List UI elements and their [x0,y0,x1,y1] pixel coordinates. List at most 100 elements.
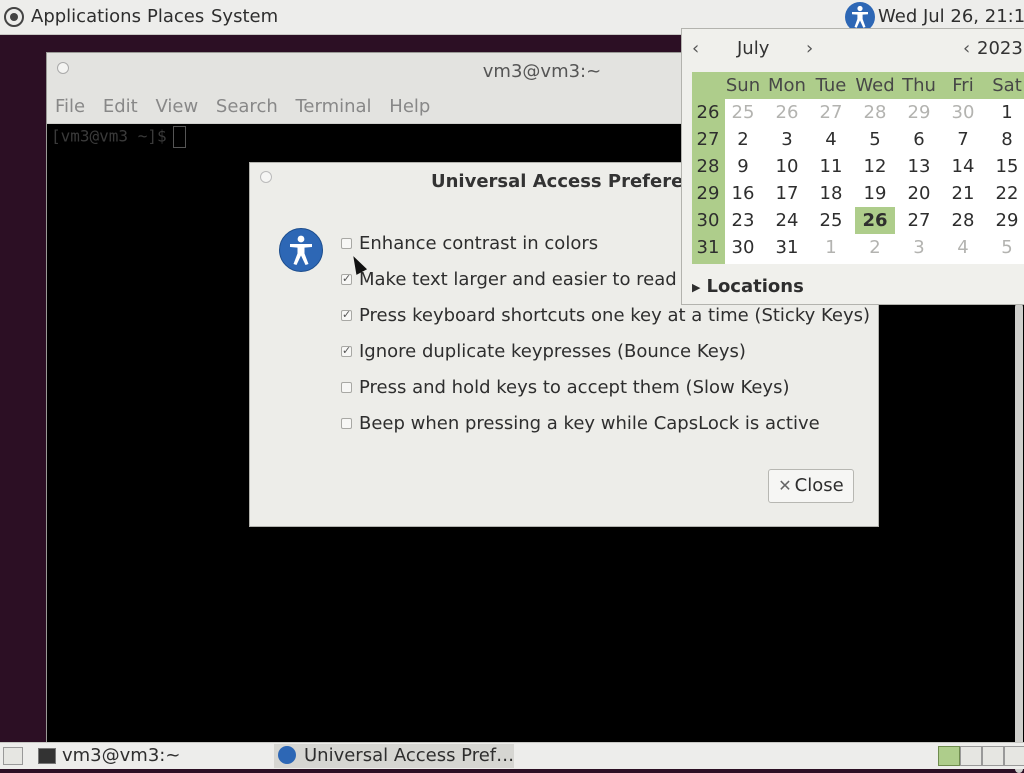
calendar-day[interactable]: 9 [723,153,763,180]
terminal-icon [38,748,56,764]
calendar-year: 2023 [977,38,1023,59]
bottom-panel: vm3@vm3:~ Universal Access Pref… [0,742,1024,769]
terminal-scrollbar[interactable] [1015,303,1023,773]
calendar-day[interactable]: 21 [943,180,983,207]
calendar-day[interactable]: 22 [987,180,1024,207]
calendar-day[interactable]: 11 [811,153,851,180]
option-label: Ignore duplicate keypresses (Bounce Keys… [359,341,746,362]
calendar-day[interactable]: 23 [723,207,763,234]
calendar-day[interactable]: 5 [987,234,1024,261]
calendar-day[interactable]: 26 [767,99,807,126]
terminal-menu-view[interactable]: View [155,96,198,117]
locations-label: Locations [706,276,804,297]
expander-arrow-icon: ▶ [692,280,701,294]
option-label: Press and hold keys to accept them (Slow… [359,377,790,398]
workspace-3[interactable] [982,746,1004,766]
places-menu[interactable]: Places [147,0,204,34]
checkbox[interactable] [341,382,352,393]
calendar-day[interactable]: 24 [767,207,807,234]
calendar-day[interactable]: 29 [899,99,939,126]
calendar-day[interactable]: 10 [767,153,807,180]
calendar-grid: Sun Mon Tue Wed Thu Fri Sat 26 25 26 27 28 29 30 1 27 2 3… [692,72,1024,264]
calendar-day[interactable]: 3 [899,234,939,261]
calendar-day[interactable]: 27 [899,207,939,234]
prev-month-icon[interactable]: ‹ [692,37,699,61]
locations-expander[interactable]: ▶ Locations [692,276,804,297]
weekday-sat: Sat [992,75,1022,96]
checkbox[interactable] [341,336,352,366]
option-label: Press keyboard shortcuts one key at a ti… [359,305,871,326]
calendar-day[interactable]: 4 [811,126,851,153]
option-label: Enhance contrast in colors [359,233,599,254]
workspace-4[interactable] [1004,746,1024,766]
terminal-menu-search[interactable]: Search [216,96,278,117]
week-number: 28 [696,156,720,177]
terminal-menu-edit[interactable]: Edit [103,96,138,117]
close-button[interactable]: ✕ Close [768,469,854,503]
calendar-day[interactable]: 30 [723,234,763,261]
calendar-day[interactable]: 4 [943,234,983,261]
calendar-day[interactable]: 17 [767,180,807,207]
next-month-icon[interactable]: › [806,37,813,61]
weekday-tue: Tue [815,75,847,96]
week-number: 27 [696,129,720,150]
calendar-day[interactable]: 25 [811,207,851,234]
terminal-menu-file[interactable]: File [55,96,85,117]
distro-logo-icon[interactable] [4,7,24,27]
calendar-day[interactable]: 1 [987,99,1024,126]
calendar-day[interactable]: 27 [811,99,851,126]
checkbox[interactable] [341,264,352,294]
window-menu-icon[interactable] [57,62,69,74]
calendar-day[interactable]: 13 [899,153,939,180]
calendar-month: July [737,38,770,59]
workspace-2[interactable] [960,746,982,766]
calendar-day[interactable]: 2 [723,126,763,153]
prompt-text: [vm3@vm3 ~]$ [51,126,167,146]
prev-year-icon[interactable]: ‹ [963,37,970,61]
calendar-day[interactable]: 20 [899,180,939,207]
calendar-day[interactable]: 7 [943,126,983,153]
calendar-day[interactable]: 15 [987,153,1024,180]
calendar-day[interactable]: 2 [855,234,895,261]
calendar-day[interactable]: 25 [723,99,763,126]
terminal-menu-terminal[interactable]: Terminal [295,96,371,117]
task-label: Universal Access Pref… [304,745,515,766]
calendar-day[interactable]: 31 [767,234,807,261]
calendar-popup: ‹ July › ‹ 2023 Sun Mon Tue Wed Thu Fri Sat 26 2… [681,28,1024,305]
calendar-day[interactable]: 18 [811,180,851,207]
text-cursor [172,126,186,148]
calendar-day[interactable]: 28 [943,207,983,234]
dialog-title: Universal Access Preferenc [431,171,707,192]
system-menu[interactable]: System [211,0,278,34]
week-number: 30 [696,210,720,231]
show-desktop-icon[interactable] [3,747,23,765]
window-menu-icon[interactable] [260,171,272,183]
calendar-day[interactable]: 3 [767,126,807,153]
task-label: vm3@vm3:~ [62,745,181,766]
calendar-day[interactable]: 14 [943,153,983,180]
terminal-prompt[interactable]: [vm3@vm3 ~]$ [51,126,186,148]
calendar-day[interactable]: 8 [987,126,1024,153]
calendar-day[interactable]: 30 [943,99,983,126]
checkbox[interactable] [341,418,352,429]
terminal-menu-help[interactable]: Help [389,96,430,117]
checkbox[interactable] [341,300,352,330]
close-label: Close [794,475,844,496]
calendar-day[interactable]: 26 [855,207,895,234]
taskbar-item-universal-access[interactable]: Universal Access Pref… [274,744,514,768]
calendar-day[interactable]: 6 [899,126,939,153]
calendar-day[interactable]: 5 [855,126,895,153]
calendar-day[interactable]: 16 [723,180,763,207]
option-label: Make text larger and easier to read [359,269,677,290]
taskbar-item-terminal[interactable]: vm3@vm3:~ [32,744,272,768]
calendar-day[interactable]: 29 [987,207,1024,234]
calendar-day[interactable]: 28 [855,99,895,126]
close-icon: ✕ [778,476,792,495]
option-label: Beep when pressing a key while CapsLock … [359,413,820,434]
workspace-1[interactable] [938,746,960,766]
calendar-day[interactable]: 12 [855,153,895,180]
calendar-day[interactable]: 19 [855,180,895,207]
checkbox[interactable] [341,238,352,249]
applications-menu[interactable]: Applications [31,0,141,34]
calendar-day[interactable]: 1 [811,234,851,261]
